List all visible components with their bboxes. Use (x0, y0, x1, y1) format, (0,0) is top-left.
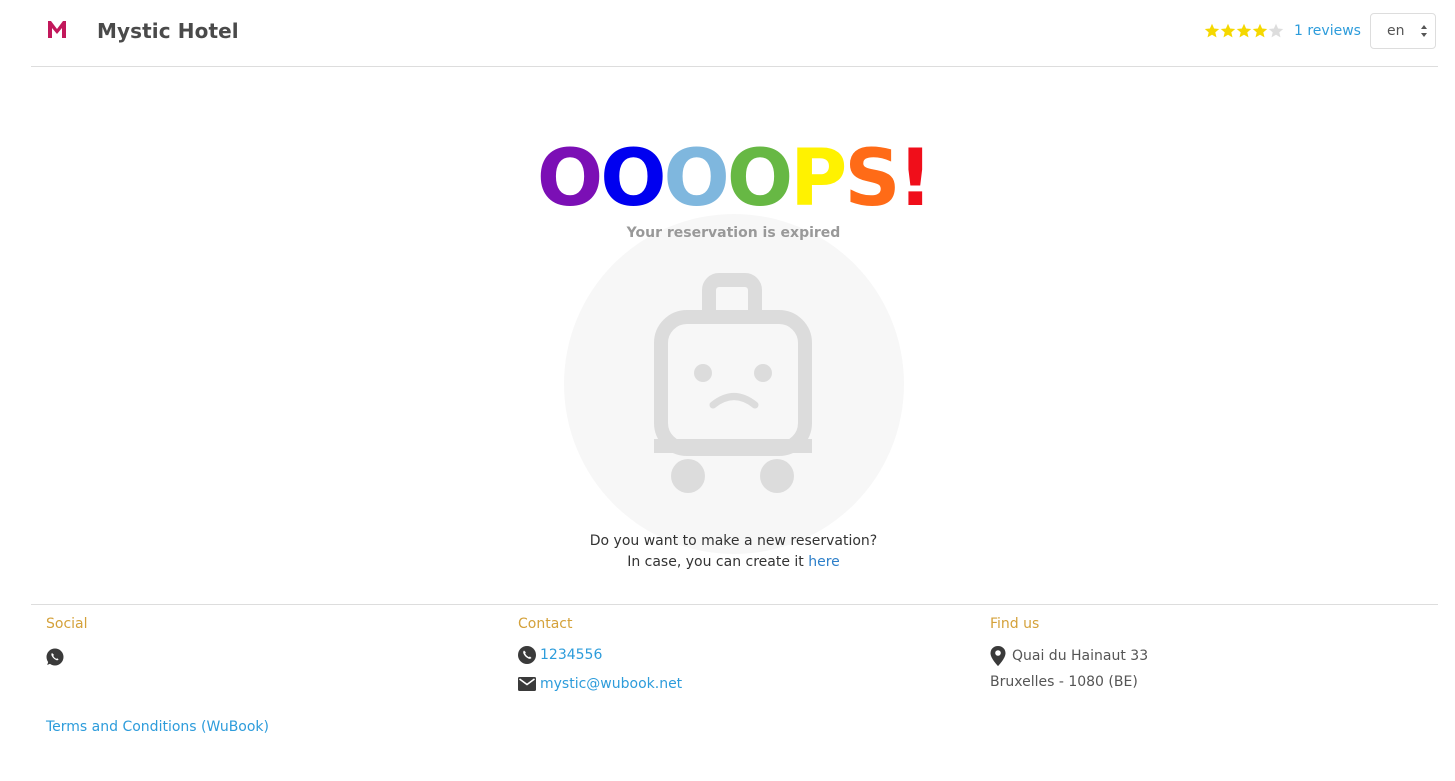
hotel-logo-icon[interactable] (46, 18, 68, 40)
map-pin-icon (990, 646, 1006, 666)
new-reservation-message: Do you want to make a new reservation? I… (0, 531, 1455, 573)
expired-subtitle: Your reservation is expired (626, 225, 841, 241)
new-reservation-question: Do you want to make a new reservation? (589, 533, 878, 549)
phone-row: 1234556 (518, 646, 682, 664)
oops-letter: O (726, 134, 793, 224)
email-row: mystic@wubook.net (518, 676, 682, 692)
language-select[interactable]: en (1370, 13, 1436, 49)
rating: 1 reviews (1204, 23, 1361, 39)
terms-link[interactable]: Terms and Conditions (WuBook) (46, 719, 269, 735)
find-us-column: Find us Quai du Hainaut 33 Bruxelles - 1… (990, 616, 1148, 690)
oops-letter: O (536, 134, 603, 224)
create-prefix: In case, you can create it (627, 554, 809, 570)
star-icon (1252, 23, 1268, 38)
social-title: Social (46, 616, 88, 632)
create-line: In case, you can create it here (0, 552, 1455, 573)
sad-suitcase-illustration (564, 214, 904, 554)
create-reservation-link[interactable]: here (808, 554, 840, 570)
oops-letter: O (663, 134, 730, 224)
select-arrows-icon (1421, 25, 1427, 37)
contact-title: Contact (518, 616, 573, 632)
address-line2: Bruxelles - 1080 (BE) (990, 674, 1138, 690)
reviews-link[interactable]: 1 reviews (1294, 23, 1361, 39)
phone-link[interactable]: 1234556 (540, 647, 602, 663)
language-value: en (1387, 23, 1405, 39)
hotel-name[interactable]: Mystic Hotel (97, 19, 239, 43)
email-link[interactable]: mystic@wubook.net (540, 676, 682, 692)
address-line1: Quai du Hainaut 33 (1012, 648, 1149, 664)
social-column: Social (46, 616, 88, 670)
oops-heading: OOOOPS! (0, 140, 1455, 218)
star-icon (1204, 23, 1220, 38)
star-icon (1220, 23, 1236, 38)
address-row: Quai du Hainaut 33 (990, 646, 1148, 666)
star-icon (1236, 23, 1252, 38)
oops-letter: S (844, 134, 900, 224)
oops-letter: ! (897, 134, 934, 224)
contact-column: Contact 1234556 mystic@wubook.net (518, 616, 682, 692)
phone-icon (518, 646, 536, 664)
oops-letter: O (600, 134, 666, 224)
star-icon (1268, 23, 1284, 38)
whatsapp-icon[interactable] (46, 648, 64, 666)
footer: Social Contact 1234556 mystic@wubook.net… (31, 604, 1438, 781)
find-us-title: Find us (990, 616, 1040, 632)
header: Mystic Hotel 1 reviews en (31, 0, 1438, 67)
oops-letter: P (790, 134, 847, 224)
mail-icon (518, 677, 536, 691)
star-rating (1204, 23, 1284, 39)
